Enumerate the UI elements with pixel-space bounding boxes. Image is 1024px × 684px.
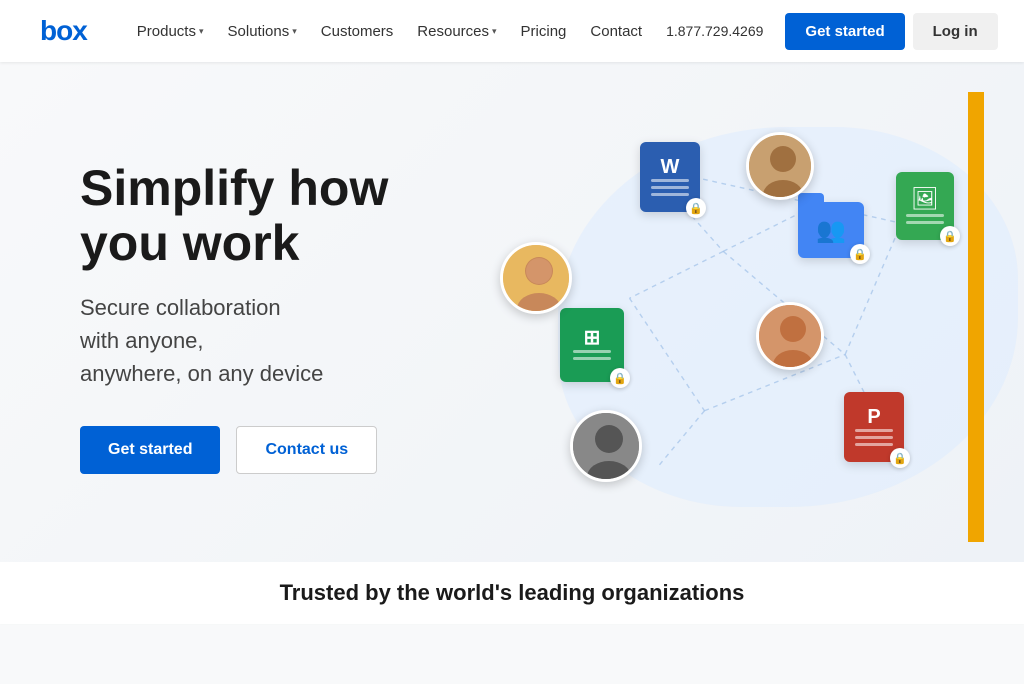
phone-number: 1.877.729.4269: [666, 23, 763, 39]
avatar-3: [756, 302, 824, 370]
nav-item-resources[interactable]: Resources ▾: [407, 15, 506, 48]
hero-title: Simplify how you work: [80, 161, 500, 271]
chevron-down-icon: ▾: [199, 26, 204, 37]
avatar-4: [570, 410, 642, 482]
lock-badge-sheets: 🔒: [610, 368, 630, 388]
lock-badge-green: 🔒: [940, 226, 960, 246]
hero-subtitle: Secure collaboration with anyone, anywhe…: [80, 291, 500, 390]
folder-icon: 👥 🔒: [798, 202, 864, 258]
orange-accent-bar: [968, 92, 984, 542]
avatar-2: [746, 132, 814, 200]
nav-get-started-button[interactable]: Get started: [785, 13, 904, 50]
trusted-section: Trusted by the world's leading organizat…: [0, 562, 1024, 624]
hero-get-started-button[interactable]: Get started: [80, 426, 220, 474]
hero-graphic: .dline{stroke:#a0c0e8;stroke-width:1.5;s…: [500, 92, 984, 542]
avatar-1: [500, 242, 572, 314]
lock-badge-folder: 🔒: [850, 244, 870, 264]
hero-buttons: Get started Contact us: [80, 426, 500, 474]
word-document-icon: W 🔒: [640, 142, 700, 212]
navbar: box Products ▾ Solutions ▾ Customers Res…: [0, 0, 1024, 62]
powerpoint-document-icon: P 🔒: [844, 392, 904, 462]
sheets-document-icon: ⊞ 🔒: [560, 308, 624, 382]
lock-badge: 🔒: [686, 198, 706, 218]
logo-text: box: [40, 15, 87, 47]
nav-item-customers[interactable]: Customers: [311, 15, 404, 48]
green-file-icon: 🖼 🔒: [896, 172, 954, 240]
hero-text: Simplify how you work Secure collaborati…: [80, 161, 500, 474]
trusted-label: Trusted by the world's leading organizat…: [280, 580, 745, 606]
nav-links: Products ▾ Solutions ▾ Customers Resourc…: [127, 15, 774, 48]
nav-item-products[interactable]: Products ▾: [127, 15, 214, 48]
lock-badge-ppt: 🔒: [890, 448, 910, 468]
nav-item-pricing[interactable]: Pricing: [511, 15, 577, 48]
hero-section: Simplify how you work Secure collaborati…: [0, 62, 1024, 562]
hero-contact-button[interactable]: Contact us: [236, 426, 377, 474]
logo[interactable]: box: [40, 15, 87, 47]
nav-item-contact[interactable]: Contact: [580, 15, 652, 48]
nav-login-button[interactable]: Log in: [913, 13, 998, 50]
chevron-down-icon: ▾: [292, 26, 297, 37]
nav-item-solutions[interactable]: Solutions ▾: [218, 15, 307, 48]
chevron-down-icon: ▾: [492, 26, 497, 37]
